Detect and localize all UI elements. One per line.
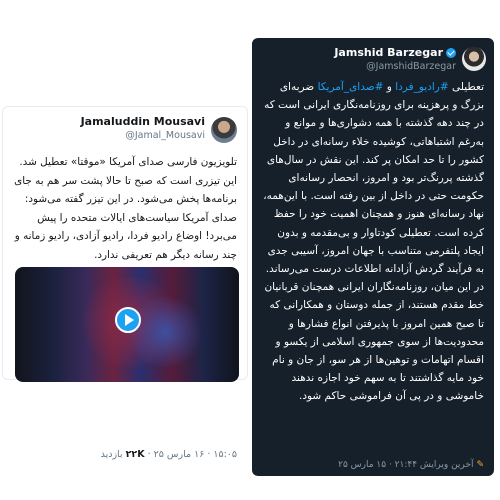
tweet-meta: ۱۵:۰۵ · ۱۶ مارس ۲۵ · ۲۲K بازدید: [15, 449, 237, 460]
author-handle[interactable]: @JamshidBarzegar: [334, 61, 456, 72]
tweet-time[interactable]: ۱۵:۰۵ · ۱۶ مارس ۲۵: [154, 449, 237, 460]
author-block: Jamaluddin Mousavi @Jamal_Mousavi: [81, 115, 205, 141]
author-handle[interactable]: @Jamal_Mousavi: [81, 130, 205, 141]
tweet-text: تعطیلی #رادیو_فردا و #صدای_آمریکا ضربه‌ا…: [262, 78, 484, 406]
play-icon[interactable]: [115, 307, 141, 333]
tweet-text-para2: در این میان، روزنامه‌نگاران ایرانی همچنا…: [264, 281, 484, 403]
tweet-text-intro: تعطیلی: [448, 81, 484, 93]
edit-info: ✎آخرین ویرایش ۲۱:۴۴ · ۱۵ مارس ۲۵: [262, 460, 484, 470]
hashtag-voa[interactable]: #صدای_آمریکا: [318, 81, 384, 93]
author-name[interactable]: Jamshid Barzegar: [334, 46, 443, 59]
tweet-text: تلویزیون فارسی صدای آمریکا «موقتا» تعطیل…: [14, 156, 237, 261]
tweet-card-right: Jamshid Barzegar @JamshidBarzegar تعطیلی…: [252, 38, 494, 476]
video-thumbnail[interactable]: [15, 267, 239, 382]
verified-badge-icon: [446, 47, 456, 58]
tweet-text-para1: ضربه‌ای بزرگ و پرهزینه برای روزنامه‌نگار…: [263, 81, 484, 276]
view-count: ۲۲K: [125, 449, 145, 460]
tweet-card-left: Jamaluddin Mousavi @Jamal_Mousavi تلویزی…: [2, 106, 248, 460]
tweet-text-connector: و: [383, 81, 396, 93]
author-name[interactable]: Jamaluddin Mousavi: [81, 115, 205, 128]
author-name-row[interactable]: Jamshid Barzegar: [334, 46, 456, 59]
meta-separator: ·: [144, 449, 151, 460]
video-frame-shape: [125, 297, 205, 367]
hashtag-radio-farda[interactable]: #رادیو_فردا: [395, 81, 448, 93]
edited-pencil-icon: ✎: [476, 460, 484, 470]
avatar[interactable]: [462, 47, 486, 71]
view-label: بازدید: [100, 449, 123, 460]
author-block: Jamshid Barzegar @JamshidBarzegar: [334, 46, 456, 72]
edited-label[interactable]: آخرین ویرایش ۲۱:۴۴ · ۱۵ مارس ۲۵: [338, 460, 473, 470]
avatar[interactable]: [211, 117, 237, 143]
